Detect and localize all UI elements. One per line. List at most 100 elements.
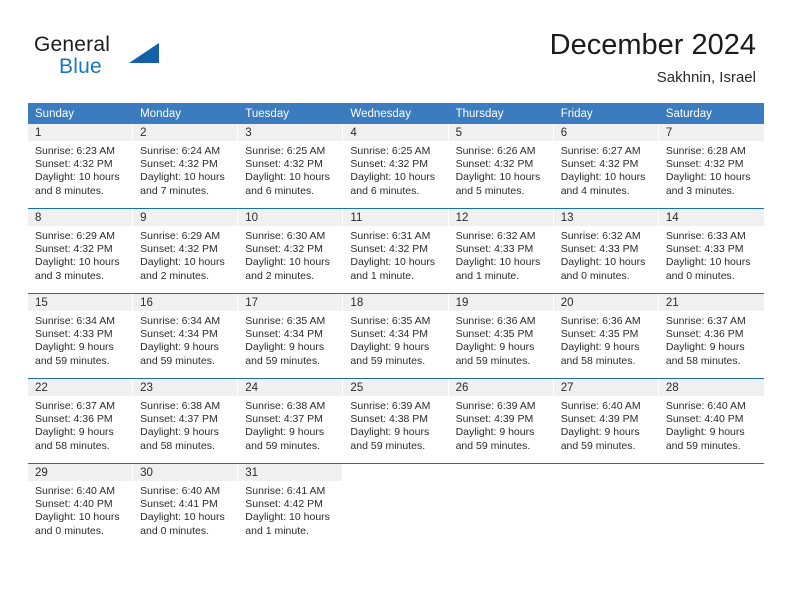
calendar-day-cell[interactable]: 11 Sunrise: 6:31 AM Sunset: 4:32 PM Dayligh… [343, 209, 449, 293]
calendar-day-cell[interactable]: 25 Sunrise: 6:39 AM Sunset: 4:38 PM Dayligh… [343, 379, 449, 463]
calendar-day-cell[interactable]: 7 Sunrise: 6:28 AM Sunset: 4:32 PM Daylight… [658, 124, 764, 208]
day-details: Sunrise: 6:38 AM Sunset: 4:37 PM Daylight:… [133, 396, 237, 453]
sunset-text: Sunset: 4:32 PM [245, 243, 323, 256]
page-title: December 2024 [549, 29, 756, 61]
calendar-day-cell[interactable]: 10 Sunrise: 6:30 AM Sunset: 4:32 PM Dayligh… [238, 209, 344, 293]
weekday-header-wednesday: Wednesday [343, 103, 449, 124]
sunrise-text: Sunrise: 6:36 AM [560, 315, 641, 327]
calendar-day-cell-empty [659, 464, 764, 548]
calendar-day-cell[interactable]: 12 Sunrise: 6:32 AM Sunset: 4:33 PM Dayligh… [448, 209, 554, 293]
daylight-text-line2: and 2 minutes. [245, 269, 315, 282]
day-number: 16 [133, 294, 238, 311]
calendar-day-cell[interactable]: 16 Sunrise: 6:34 AM Sunset: 4:34 PM Dayligh… [133, 294, 239, 378]
day-details: Sunrise: 6:40 AM Sunset: 4:39 PM Daylight:… [554, 396, 658, 453]
sunset-text: Sunset: 4:42 PM [245, 498, 323, 511]
daylight-text-line1: Daylight: 9 hours [245, 341, 325, 354]
sunrise-text: Sunrise: 6:23 AM [35, 145, 115, 157]
calendar-day-cell[interactable]: 6 Sunrise: 6:27 AM Sunset: 4:32 PM Daylight… [553, 124, 659, 208]
day-number: 22 [28, 379, 133, 396]
sunrise-text: Sunrise: 6:40 AM [665, 400, 746, 412]
calendar-day-cell[interactable]: 14 Sunrise: 6:33 AM Sunset: 4:33 PM Dayligh… [658, 209, 764, 293]
sunrise-text: Sunrise: 6:29 AM [35, 230, 115, 242]
daylight-text-line2: and 58 minutes. [35, 439, 110, 452]
calendar-day-cell[interactable]: 3 Sunrise: 6:25 AM Sunset: 4:32 PM Daylight… [238, 124, 344, 208]
calendar-day-cell[interactable]: 17 Sunrise: 6:35 AM Sunset: 4:34 PM Dayligh… [238, 294, 344, 378]
day-details: Sunrise: 6:30 AM Sunset: 4:32 PM Daylight:… [238, 226, 342, 283]
calendar-day-cell[interactable]: 18 Sunrise: 6:35 AM Sunset: 4:34 PM Dayligh… [343, 294, 449, 378]
calendar-day-cell[interactable]: 5 Sunrise: 6:26 AM Sunset: 4:32 PM Daylight… [448, 124, 554, 208]
calendar-day-cell[interactable]: 15 Sunrise: 6:34 AM Sunset: 4:33 PM Dayligh… [28, 294, 134, 378]
calendar-day-cell[interactable]: 20 Sunrise: 6:36 AM Sunset: 4:35 PM Dayligh… [553, 294, 659, 378]
calendar-header-row: Sunday Monday Tuesday Wednesday Thursday… [28, 103, 764, 124]
calendar-day-cell[interactable]: 31 Sunrise: 6:41 AM Sunset: 4:42 PM Dayligh… [238, 464, 344, 548]
calendar-day-cell[interactable]: 4 Sunrise: 6:25 AM Sunset: 4:32 PM Daylight… [343, 124, 449, 208]
sunrise-text: Sunrise: 6:30 AM [245, 230, 326, 242]
calendar-day-cell[interactable]: 27 Sunrise: 6:40 AM Sunset: 4:39 PM Dayligh… [553, 379, 659, 463]
calendar-day-cell[interactable]: 9 Sunrise: 6:29 AM Sunset: 4:32 PM Daylight… [133, 209, 239, 293]
day-number [554, 464, 659, 481]
calendar-day-cell[interactable]: 30 Sunrise: 6:40 AM Sunset: 4:41 PM Dayligh… [133, 464, 239, 548]
day-details: Sunrise: 6:29 AM Sunset: 4:32 PM Daylight:… [133, 226, 237, 283]
weekday-header-sunday: Sunday [28, 103, 134, 124]
daylight-text-line2: and 0 minutes. [140, 524, 210, 537]
sunrise-text: Sunrise: 6:33 AM [665, 230, 746, 242]
daylight-text-line1: Daylight: 9 hours [665, 341, 745, 354]
sunrise-text: Sunrise: 6:24 AM [140, 145, 221, 157]
calendar-day-cell[interactable]: 24 Sunrise: 6:38 AM Sunset: 4:37 PM Dayligh… [238, 379, 344, 463]
day-details: Sunrise: 6:35 AM Sunset: 4:34 PM Daylight:… [238, 311, 342, 368]
calendar-day-cell[interactable]: 21 Sunrise: 6:37 AM Sunset: 4:36 PM Dayligh… [658, 294, 764, 378]
daylight-text-line1: Daylight: 10 hours [350, 256, 436, 269]
calendar-day-cell[interactable]: 19 Sunrise: 6:36 AM Sunset: 4:35 PM Dayligh… [448, 294, 554, 378]
calendar-day-cell[interactable]: 28 Sunrise: 6:40 AM Sunset: 4:40 PM Dayligh… [658, 379, 764, 463]
daylight-text-line1: Daylight: 10 hours [245, 511, 330, 524]
sunset-text: Sunset: 4:41 PM [140, 498, 218, 511]
calendar-day-cell[interactable]: 29 Sunrise: 6:40 AM Sunset: 4:40 PM Dayligh… [28, 464, 134, 548]
daylight-text-line1: Daylight: 10 hours [350, 171, 436, 184]
weekday-header-saturday: Saturday [658, 103, 764, 124]
day-details: Sunrise: 6:34 AM Sunset: 4:33 PM Daylight:… [28, 311, 132, 368]
daylight-text-line2: and 3 minutes. [35, 269, 104, 282]
daylight-text-line2: and 58 minutes. [560, 354, 636, 367]
day-details: Sunrise: 6:27 AM Sunset: 4:32 PM Daylight:… [554, 141, 658, 198]
sunrise-text: Sunrise: 6:37 AM [665, 315, 746, 327]
day-number: 18 [343, 294, 448, 311]
calendar-day-cell[interactable]: 13 Sunrise: 6:32 AM Sunset: 4:33 PM Dayligh… [553, 209, 659, 293]
calendar-day-cell[interactable]: 26 Sunrise: 6:39 AM Sunset: 4:39 PM Dayligh… [448, 379, 554, 463]
sunset-text: Sunset: 4:34 PM [245, 328, 323, 341]
day-number [449, 464, 554, 481]
calendar-day-cell[interactable]: 8 Sunrise: 6:29 AM Sunset: 4:32 PM Daylight… [28, 209, 134, 293]
brand-name-general: General [34, 33, 111, 56]
daylight-text-line1: Daylight: 10 hours [245, 256, 330, 269]
day-number [659, 464, 764, 481]
title-block: December 2024 Sakhnin, Israel [550, 28, 756, 88]
daylight-text-line1: Daylight: 10 hours [140, 256, 225, 269]
day-number: 1 [28, 124, 133, 141]
day-details: Sunrise: 6:40 AM Sunset: 4:41 PM Daylight:… [133, 481, 237, 538]
daylight-text-line1: Daylight: 9 hours [350, 426, 430, 439]
daylight-text-line2: and 59 minutes. [350, 354, 426, 367]
daylight-text-line2: and 58 minutes. [140, 439, 215, 452]
sunrise-text: Sunrise: 6:34 AM [140, 315, 221, 327]
calendar-day-cell[interactable]: 2 Sunrise: 6:24 AM Sunset: 4:32 PM Daylight… [133, 124, 239, 208]
sunrise-text: Sunrise: 6:35 AM [350, 315, 431, 327]
calendar-day-cell[interactable]: 22 Sunrise: 6:37 AM Sunset: 4:36 PM Dayligh… [28, 379, 134, 463]
daylight-text-line2: and 59 minutes. [560, 439, 636, 452]
calendar-table: Sunday Monday Tuesday Wednesday Thursday… [28, 103, 764, 548]
daylight-text-line1: Daylight: 10 hours [35, 256, 120, 269]
calendar-day-cell[interactable]: 1 Sunrise: 6:23 AM Sunset: 4:32 PM Daylight… [28, 124, 134, 208]
day-number: 23 [133, 379, 238, 396]
day-details: Sunrise: 6:39 AM Sunset: 4:39 PM Daylight:… [449, 396, 553, 453]
page-header: General Blue December 2024 Sakhnin, Isra… [0, 0, 792, 96]
sunset-text: Sunset: 4:34 PM [350, 328, 429, 341]
brand-logo[interactable]: General Blue [34, 33, 234, 83]
day-details: Sunrise: 6:31 AM Sunset: 4:32 PM Daylight:… [343, 226, 447, 283]
sunrise-text: Sunrise: 6:28 AM [665, 145, 746, 157]
day-number: 8 [28, 209, 133, 226]
calendar-day-cell[interactable]: 23 Sunrise: 6:38 AM Sunset: 4:37 PM Dayligh… [133, 379, 239, 463]
weekday-header-monday: Monday [133, 103, 239, 124]
sunrise-text: Sunrise: 6:25 AM [245, 145, 326, 157]
daylight-text-line2: and 4 minutes. [560, 184, 630, 197]
day-number: 21 [658, 294, 764, 311]
sunrise-text: Sunrise: 6:37 AM [35, 400, 115, 412]
sunset-text: Sunset: 4:37 PM [245, 413, 323, 426]
